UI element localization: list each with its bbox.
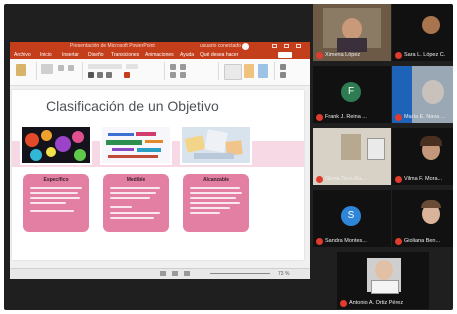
mic-muted-icon xyxy=(316,52,323,59)
new-slide-icon[interactable] xyxy=(41,64,53,74)
mic-muted-icon xyxy=(395,52,402,59)
participant-tile[interactable]: Sara L. López C. xyxy=(392,4,453,61)
font-name-select[interactable] xyxy=(88,64,122,69)
status-bar: 73 % xyxy=(10,268,310,279)
tab-transiciones[interactable]: Transiciones xyxy=(111,52,139,58)
participant-tile[interactable]: Ximena López xyxy=(313,4,391,61)
card-especifico: Específico xyxy=(23,174,89,232)
avatar: S xyxy=(341,206,361,226)
arrange-icon[interactable] xyxy=(244,64,254,78)
user-name: usuario conectado xyxy=(200,43,241,49)
shapes-icon[interactable] xyxy=(224,64,242,80)
editing-group xyxy=(276,62,308,80)
participant-name: Gloria Teco Ra... xyxy=(325,176,366,182)
participant-tile[interactable]: Vilma F. Mora... xyxy=(392,128,453,185)
bullets-icon[interactable] xyxy=(170,64,176,70)
participant-name: Sara L. López C. xyxy=(404,52,446,58)
find-icon[interactable] xyxy=(280,64,286,70)
slide-editor: Clasificación de un Objetivo Específico … xyxy=(10,86,310,268)
card-heading: Específico xyxy=(43,177,69,183)
bold-icon[interactable] xyxy=(88,72,94,78)
shared-screen: Presentación de Microsoft PowerPoint usu… xyxy=(10,42,310,279)
participant-name: Sandra Montes... xyxy=(325,238,367,244)
mic-muted-icon xyxy=(340,300,347,307)
powerpoint-titlebar: Presentación de Microsoft PowerPoint usu… xyxy=(10,42,310,51)
participant-name: María E. Nava ... xyxy=(404,114,446,120)
share-button[interactable] xyxy=(278,52,292,58)
participant-name: Gioliana Ben... xyxy=(404,238,441,244)
participant-tile[interactable]: F Frank J. Reina ... xyxy=(313,66,391,123)
slide-title: Clasificación de un Objetivo xyxy=(46,98,219,114)
ribbon-tabs: Archivo Inicio Insertar Diseño Transicio… xyxy=(10,51,310,59)
paste-icon[interactable] xyxy=(16,64,26,76)
align-center-icon[interactable] xyxy=(180,72,186,78)
maximize-icon[interactable] xyxy=(284,44,289,48)
italic-icon[interactable] xyxy=(97,72,103,78)
tab-diseno[interactable]: Diseño xyxy=(88,52,104,58)
mic-muted-icon xyxy=(395,114,402,121)
zoom-slider[interactable] xyxy=(210,273,270,274)
video-call-window: Presentación de Microsoft PowerPoint usu… xyxy=(4,4,453,310)
mic-muted-icon xyxy=(316,176,323,183)
reset-icon[interactable] xyxy=(68,65,74,71)
close-icon[interactable] xyxy=(296,44,301,48)
card-medible: Medible xyxy=(103,174,169,232)
participant-tile[interactable]: Antonio A. Ortiz Pérez xyxy=(337,252,429,309)
quick-styles-icon[interactable] xyxy=(258,64,268,78)
card-heading: Medible xyxy=(126,177,146,183)
user-avatar[interactable] xyxy=(242,43,249,50)
tell-me-search[interactable]: Qué desea hacer xyxy=(200,52,238,58)
numbering-icon[interactable] xyxy=(180,64,186,70)
font-color-icon[interactable] xyxy=(124,72,130,78)
ribbon-toolbar xyxy=(10,59,310,86)
slide-canvas[interactable]: Clasificación de un Objetivo Específico … xyxy=(12,90,304,260)
minimize-icon[interactable] xyxy=(272,44,277,48)
slides-group xyxy=(38,62,83,80)
tab-inicio[interactable]: Inicio xyxy=(40,52,52,58)
participant-name: Frank J. Reina ... xyxy=(325,114,367,120)
paragraph-group xyxy=(166,62,219,80)
mic-muted-icon xyxy=(316,238,323,245)
mic-muted-icon xyxy=(316,114,323,121)
participant-name: Antonio A. Ortiz Pérez xyxy=(349,300,404,306)
card-alcanzable: Alcanzable xyxy=(183,174,249,232)
zoom-level: 73 % xyxy=(278,271,290,277)
align-left-icon[interactable] xyxy=(170,72,176,78)
slide-image-puzzle xyxy=(180,125,252,165)
participant-tile[interactable]: Gloria Teco Ra... xyxy=(313,128,391,185)
card-heading: Alcanzable xyxy=(202,177,230,183)
slide-image-word-cloud xyxy=(100,125,172,165)
layout-icon[interactable] xyxy=(58,65,64,71)
normal-view-icon[interactable] xyxy=(172,271,178,276)
tab-animaciones[interactable]: Animaciones xyxy=(145,52,174,58)
participant-tile[interactable]: María E. Nava ... xyxy=(392,66,453,123)
tab-archivo[interactable]: Archivo xyxy=(14,52,31,58)
notes-icon[interactable] xyxy=(160,271,166,276)
slide-sorter-icon[interactable] xyxy=(184,271,190,276)
slide-image-planets xyxy=(20,125,92,165)
replace-icon[interactable] xyxy=(280,72,286,78)
tab-ayuda[interactable]: Ayuda xyxy=(180,52,194,58)
underline-icon[interactable] xyxy=(106,72,112,78)
window-title: Presentación de Microsoft PowerPoint xyxy=(70,43,155,49)
tab-insertar[interactable]: Insertar xyxy=(62,52,79,58)
font-size-select[interactable] xyxy=(126,64,138,69)
drawing-group xyxy=(220,62,275,80)
avatar: F xyxy=(341,82,361,102)
mic-muted-icon xyxy=(395,238,402,245)
participant-name: Vilma F. Mora... xyxy=(404,176,443,182)
clipboard-group xyxy=(12,62,37,80)
mic-muted-icon xyxy=(395,176,402,183)
font-group xyxy=(84,62,165,80)
participant-tile[interactable]: Gioliana Ben... xyxy=(392,190,453,247)
participant-name: Ximena López xyxy=(325,52,361,58)
participant-tile[interactable]: S Sandra Montes... xyxy=(313,190,391,247)
